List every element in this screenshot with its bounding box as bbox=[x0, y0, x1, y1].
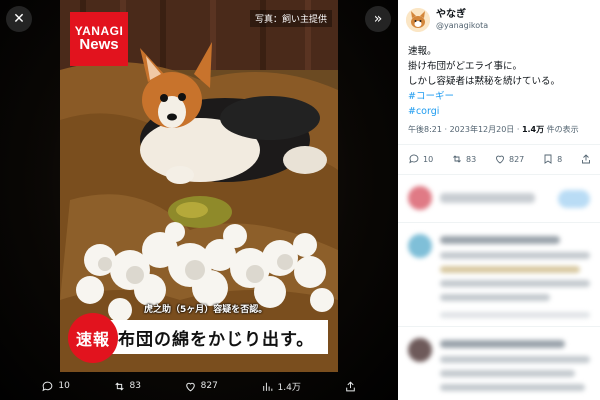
reply-button[interactable]: 10 bbox=[408, 153, 433, 165]
photo-caption-bar: 布団の綿をかじり出す。 bbox=[88, 320, 328, 354]
reply-actions bbox=[440, 312, 590, 318]
close-icon[interactable]: ✕ bbox=[6, 6, 32, 32]
reply-text bbox=[440, 356, 590, 363]
retweet-button[interactable]: 83 bbox=[451, 153, 476, 165]
retweet-count: 83 bbox=[466, 154, 477, 164]
avatar[interactable] bbox=[406, 8, 430, 32]
hashtag-link[interactable]: #corgi bbox=[408, 104, 593, 119]
reply-icon bbox=[409, 154, 419, 164]
tweet-author[interactable]: やなぎ @yanagikota bbox=[406, 8, 488, 32]
share-icon bbox=[345, 380, 355, 391]
tweet-text: 速報。 掛け布団がどエライ事に。 しかし容疑者は黙秘を続けている。 #コーギー … bbox=[408, 44, 593, 119]
photo-credit: 写真：飼い主提供 bbox=[249, 10, 332, 27]
tweet-line: 掛け布団がどエライ事に。 bbox=[408, 61, 523, 72]
media-viewer: ✕ » YANAGI News 写真：飼い主提供 虎之助（5ヶ月）容疑を否認。 … bbox=[0, 0, 398, 400]
viewer-retweet-count: 83 bbox=[129, 381, 141, 391]
tweet-meta: 午後8:21 · 2023年12月20日 · 1.4万 件の表示 bbox=[408, 124, 579, 135]
viewer-like-button[interactable]: 827 bbox=[184, 380, 218, 393]
bookmark-button[interactable]: 8 bbox=[542, 153, 562, 165]
composer-post-button[interactable] bbox=[558, 190, 590, 208]
display-name[interactable]: やなぎ bbox=[436, 9, 488, 21]
bookmark-count: 8 bbox=[557, 154, 563, 164]
reply-avatar bbox=[408, 338, 432, 362]
divider bbox=[398, 326, 600, 327]
reply-author bbox=[440, 340, 565, 348]
retweet-icon bbox=[453, 155, 461, 163]
photo-subcaption: 虎之助（5ヶ月）容疑を否認。 bbox=[144, 305, 268, 315]
tweet-photo[interactable]: YANAGI News 写真：飼い主提供 虎之助（5ヶ月）容疑を否認。 布団の綿… bbox=[60, 0, 338, 372]
tweet-timestamp[interactable]: 午後8:21 · 2023年12月20日 · bbox=[408, 125, 522, 134]
heart-icon bbox=[185, 382, 195, 391]
tweet-action-bar: 10 83 827 8 bbox=[408, 153, 592, 165]
user-handle[interactable]: @yanagikota bbox=[436, 21, 488, 31]
reply-text bbox=[440, 370, 575, 377]
photo-caption: 布団の綿をかじり出す。 bbox=[118, 329, 315, 350]
share-icon bbox=[582, 154, 590, 164]
heart-icon bbox=[496, 155, 504, 164]
brand-bottom-text: News bbox=[79, 36, 119, 54]
viewer-views-button[interactable]: 1.4万 bbox=[261, 380, 301, 393]
tweet-line: 速報。 bbox=[408, 46, 437, 57]
viewer-retweet-button[interactable]: 83 bbox=[113, 380, 141, 393]
retweet-icon bbox=[114, 382, 124, 390]
divider bbox=[398, 144, 600, 145]
viewer-share-button[interactable] bbox=[344, 380, 357, 393]
share-button[interactable] bbox=[580, 153, 592, 165]
corgi-avatar-icon bbox=[406, 8, 430, 32]
reply-text bbox=[440, 280, 590, 287]
reply-text bbox=[440, 266, 580, 273]
reply-author bbox=[440, 236, 560, 244]
viewer-views-count: 1.4万 bbox=[277, 382, 301, 393]
divider bbox=[398, 174, 600, 175]
tweet-views-label: 件の表示 bbox=[544, 125, 579, 134]
reply-count: 10 bbox=[423, 154, 434, 164]
composer-placeholder bbox=[440, 193, 535, 203]
tweet-line: しかし容疑者は黙秘を続けている。 bbox=[408, 76, 561, 87]
viewer-reply-count: 10 bbox=[58, 381, 70, 391]
reply-text bbox=[440, 252, 590, 259]
reply-icon bbox=[42, 381, 53, 391]
chevrons-right-icon[interactable]: » bbox=[365, 6, 391, 32]
views-icon bbox=[262, 382, 272, 391]
like-count: 827 bbox=[509, 154, 525, 164]
viewer-reply-button[interactable]: 10 bbox=[41, 380, 70, 393]
breaking-badge: 速報 bbox=[68, 313, 118, 363]
divider bbox=[398, 222, 600, 223]
hashtag-link[interactable]: #コーギー bbox=[408, 89, 593, 104]
yanagi-news-logo: YANAGI News bbox=[70, 12, 128, 66]
viewer-action-bar: 10 83 827 1.4万 bbox=[0, 372, 398, 400]
tweet-media-viewer: ✕ » YANAGI News 写真：飼い主提供 虎之助（5ヶ月）容疑を否認。 … bbox=[0, 0, 600, 400]
bookmark-icon bbox=[544, 154, 552, 164]
reply-text bbox=[440, 294, 550, 301]
tweet-panel: やなぎ @yanagikota 速報。 掛け布団がどエライ事に。 しかし容疑者は… bbox=[398, 0, 600, 400]
like-button[interactable]: 827 bbox=[494, 153, 524, 165]
composer-avatar bbox=[408, 186, 432, 210]
reply-text bbox=[440, 384, 585, 391]
tweet-views-count: 1.4万 bbox=[521, 125, 545, 134]
reply-avatar bbox=[408, 234, 432, 258]
viewer-like-count: 827 bbox=[200, 381, 218, 391]
